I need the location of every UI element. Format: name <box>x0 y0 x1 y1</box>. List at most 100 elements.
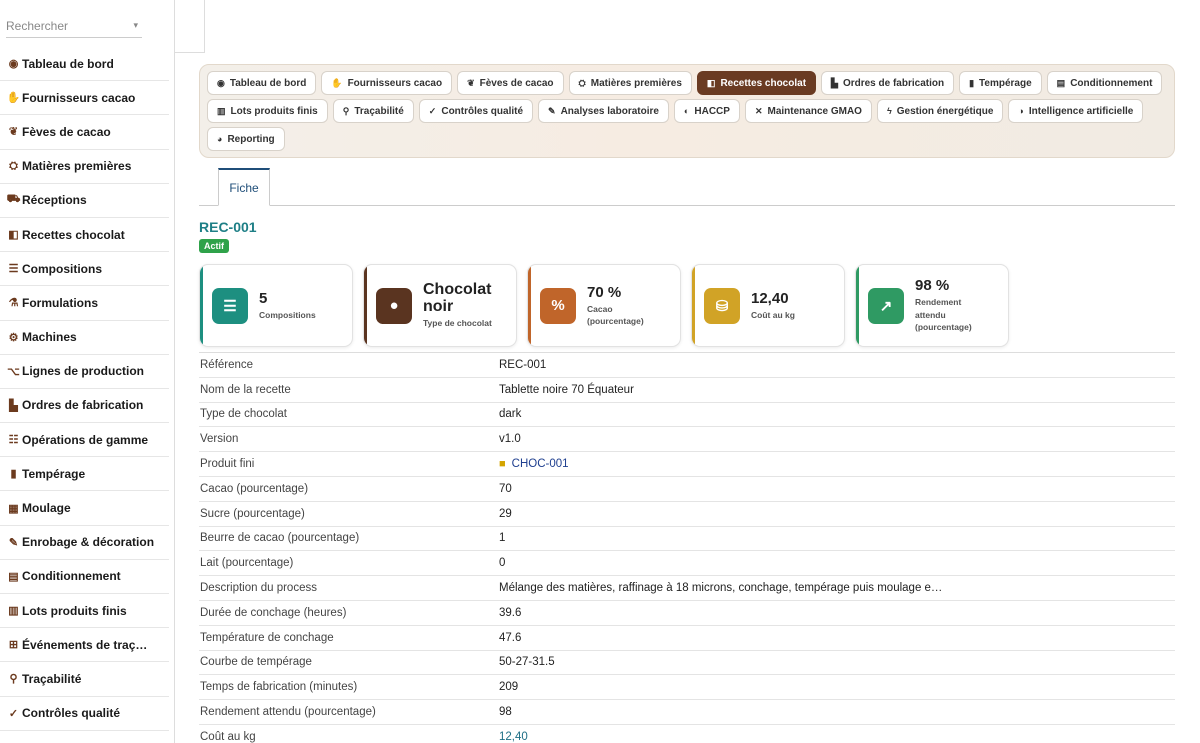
sidebar-item-feves-de-cacao[interactable]: ❦ Fèves de cacao <box>0 115 169 150</box>
sidebar-item-label: Matières premières <box>22 159 132 174</box>
table-row: Beurre de cacao (pourcentage) 1 <box>199 527 1175 552</box>
sidebar-item-controles-qualite[interactable]: ✓ Contrôles qualité <box>0 697 169 731</box>
tab-fiche[interactable]: Fiche <box>218 168 270 206</box>
moulage-icon: ▦ <box>8 502 19 515</box>
module-button-recettes-chocolat[interactable]: ◧ Recettes chocolat <box>696 71 817 95</box>
sidebar-item-tracabilite[interactable]: ⚲ Traçabilité <box>0 662 169 697</box>
field-value-text[interactable]: 12,40 <box>499 731 528 743</box>
field-value-text: 98 <box>499 706 512 719</box>
tracabilite-icon: ⚲ <box>342 105 350 116</box>
intelligence-artificielle-icon: ◑ <box>1018 106 1024 116</box>
evenements-de-trac-icon: ⊞ <box>8 639 19 652</box>
search-placeholder: Rechercher <box>6 19 69 33</box>
sidebar-item-label: Machines <box>22 330 77 345</box>
field-value-text: 50-27-31.5 <box>499 656 555 669</box>
field-value-text[interactable]: CHOC-001 <box>512 458 569 470</box>
sidebar-item-moulage[interactable]: ▦ Moulage <box>0 491 169 526</box>
module-button-fournisseurs-cacao[interactable]: ✋ Fournisseurs cacao <box>321 71 453 95</box>
kpi-label: Cacao (pourcentage) <box>587 303 644 327</box>
module-button-label: Recettes chocolat <box>720 77 807 89</box>
kpi-card: ↗ 98 % Rendement attendu (pourcentage) <box>855 264 1009 347</box>
header-corner <box>175 0 205 53</box>
kpi-card: ● Chocolat noir Type de chocolat <box>363 264 517 347</box>
module-button-ordres-de-fabrication[interactable]: ▙ Ordres de fabrication <box>821 71 955 95</box>
sidebar-item-receptions[interactable]: ⛟ Réceptions <box>0 184 169 218</box>
kpi-icon: % <box>540 287 576 324</box>
module-button-conditionnement[interactable]: ▤ Conditionnement <box>1046 71 1163 95</box>
box-icon: ■ <box>499 458 506 471</box>
kpi-value: 70 % <box>587 283 622 301</box>
field-label: Durée de conchage (heures) <box>200 606 347 619</box>
sidebar-item-label: Lots produits finis <box>22 603 127 618</box>
kpi-text: 5 Compositions <box>259 290 316 322</box>
machines-icon: ⚙ <box>8 331 19 344</box>
sidebar-item-ordres-de-fabrication[interactable]: ▙ Ordres de fabrication <box>0 389 169 424</box>
kpi-value: 5 <box>259 289 268 307</box>
table-row: Nom de la recette Tablette noire 70 Équat… <box>199 378 1175 403</box>
field-label: Rendement attendu (pourcentage) <box>200 706 376 719</box>
field-value: 50-27-31.5 <box>499 656 555 668</box>
kpi-value: Chocolat noir <box>423 281 492 316</box>
search-select[interactable]: Rechercher ▾ <box>6 14 142 38</box>
field-label: Sucre (pourcentage) <box>200 507 305 520</box>
sidebar-item-evenements-de-trac[interactable]: ⊞ Événements de traç… <box>0 628 169 663</box>
sidebar-item-label: Réceptions <box>22 193 87 208</box>
module-bar: ◉ Tableau de bord ✋ Fournisseurs cacao ❦ Fève… <box>199 64 1175 158</box>
module-button-controles-qualite[interactable]: ✓ Contrôles qualité <box>418 99 534 123</box>
sidebar-item-fournisseurs-cacao[interactable]: ✋ Fournisseurs cacao <box>0 81 169 116</box>
sidebar-item-label: Événements de traç… <box>22 637 148 652</box>
module-button-temperage[interactable]: ▮ Tempérage <box>959 71 1042 95</box>
module-button-gestion-energetique[interactable]: ϟ Gestion énergétique <box>876 99 1004 123</box>
module-button-reporting[interactable]: ◕ Reporting <box>207 127 285 151</box>
fournisseurs-cacao-icon: ✋ <box>6 92 21 105</box>
kpi-value: 98 % <box>915 277 950 295</box>
sidebar-item-formulations[interactable]: ⚗ Formulations <box>0 286 169 321</box>
field-value-text: Tablette noire 70 Équateur <box>499 383 634 396</box>
field-value: 39.6 <box>499 607 521 619</box>
status-badge: Actif <box>199 239 229 253</box>
field-value: dark <box>499 408 521 420</box>
sidebar-item-compositions[interactable]: ☰ Compositions <box>0 252 169 287</box>
field-value[interactable]: 12,40 <box>499 731 528 743</box>
field-value[interactable]: ■ CHOC-001 <box>499 458 569 470</box>
module-button-haccp[interactable]: ◐ HACCP <box>673 99 740 123</box>
sidebar-item-recettes-chocolat[interactable]: ◧ Recettes chocolat <box>0 218 169 253</box>
module-button-intelligence-artificielle[interactable]: ◑ Intelligence artificielle <box>1008 99 1144 123</box>
temperage-icon: ▮ <box>10 468 17 481</box>
sidebar-item-tableau-de-bord[interactable]: ◉ Tableau de bord <box>0 47 169 82</box>
table-row: Rendement attendu (pourcentage) 98 <box>199 700 1175 725</box>
kpi-text: 98 % Rendement attendu (pourcentage) <box>915 277 985 334</box>
kpi-text: Chocolat noir Type de chocolat <box>423 281 503 330</box>
module-button-matieres-premieres[interactable]: ⛭ Matières premières <box>568 71 692 95</box>
module-button-label: Ordres de fabrication <box>842 77 945 89</box>
module-button-tracabilite[interactable]: ⚲ Traçabilité <box>332 99 414 123</box>
module-button-lots-produits-finis[interactable]: ▥ Lots produits finis <box>207 99 328 123</box>
sidebar-item-lignes-de-production[interactable]: ⌥ Lignes de production <box>0 355 169 389</box>
module-button-maintenance-gmao[interactable]: ✕ Maintenance GMAO <box>744 99 872 123</box>
detail-table: Référence REC-001 Nom de la recette Tablett… <box>199 352 1175 743</box>
module-button-label: Lots produits finis <box>230 105 318 117</box>
module-button-tableau-de-bord[interactable]: ◉ Tableau de bord <box>207 71 317 95</box>
sidebar-item-matieres-premieres[interactable]: ⛭ Matières premières <box>0 150 169 184</box>
module-button-label: Gestion énergétique <box>896 105 994 117</box>
sidebar-item-enrobage-decoration[interactable]: ✎ Enrobage & décoration <box>0 526 169 560</box>
sidebar-item-temperage[interactable]: ▮ Tempérage <box>0 457 169 492</box>
sidebar-item-operations-de-gamme[interactable]: ☷ Opérations de gamme <box>0 423 169 458</box>
main-content: ◉ Tableau de bord ✋ Fournisseurs cacao ❦ Fève… <box>199 64 1175 743</box>
module-button-label: Fèves de cacao <box>479 77 554 89</box>
feves-de-cacao-icon: ❦ <box>467 77 475 88</box>
module-button-feves-de-cacao[interactable]: ❦ Fèves de cacao <box>457 71 564 95</box>
module-button-label: Intelligence artificielle <box>1028 105 1134 117</box>
table-row: Version v1.0 <box>199 427 1175 453</box>
field-value-text: 0 <box>499 557 506 570</box>
chevron-down-icon[interactable]: ▾ <box>133 20 138 31</box>
table-row: Sucre (pourcentage) 29 <box>199 502 1175 527</box>
module-button-label: Traçabilité <box>354 105 404 117</box>
sidebar-item-conditionnement[interactable]: ▤ Conditionnement <box>0 560 169 594</box>
sidebar-item-machines[interactable]: ⚙ Machines <box>0 321 169 355</box>
kpi-label: Type de chocolat <box>423 318 492 329</box>
sidebar-item-lots-produits-finis[interactable]: ▥ Lots produits finis <box>0 594 169 629</box>
module-button-analyses-laboratoire[interactable]: ✎ Analyses laboratoire <box>538 99 669 123</box>
tracabilite-icon: ⚲ <box>9 673 18 686</box>
feves-de-cacao-icon: ❦ <box>8 126 19 139</box>
